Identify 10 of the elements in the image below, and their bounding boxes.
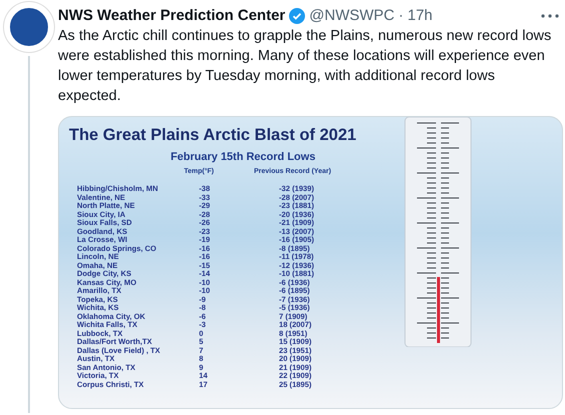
author-name[interactable]: NWS Weather Prediction Center xyxy=(58,6,286,26)
more-icon[interactable] xyxy=(541,14,559,18)
separator-dot: · xyxy=(398,6,404,26)
author-handle[interactable]: @NWSWPC xyxy=(309,6,394,26)
infographic-title: The Great Plains Arctic Blast of 2021 xyxy=(68,125,358,145)
infographic-subtitle: February 15th Record Lows xyxy=(170,150,316,165)
infographic-card[interactable] xyxy=(58,116,563,409)
tweet-text: As the Arctic chill continues to grapple the Plains, numerous new record lows were established this morning. Many of these locations will experience even lower temperatures by Tuesday morning, with additional record lows expected. xyxy=(58,27,552,106)
post-time[interactable]: 17h xyxy=(407,6,433,26)
avatar[interactable] xyxy=(4,2,54,52)
